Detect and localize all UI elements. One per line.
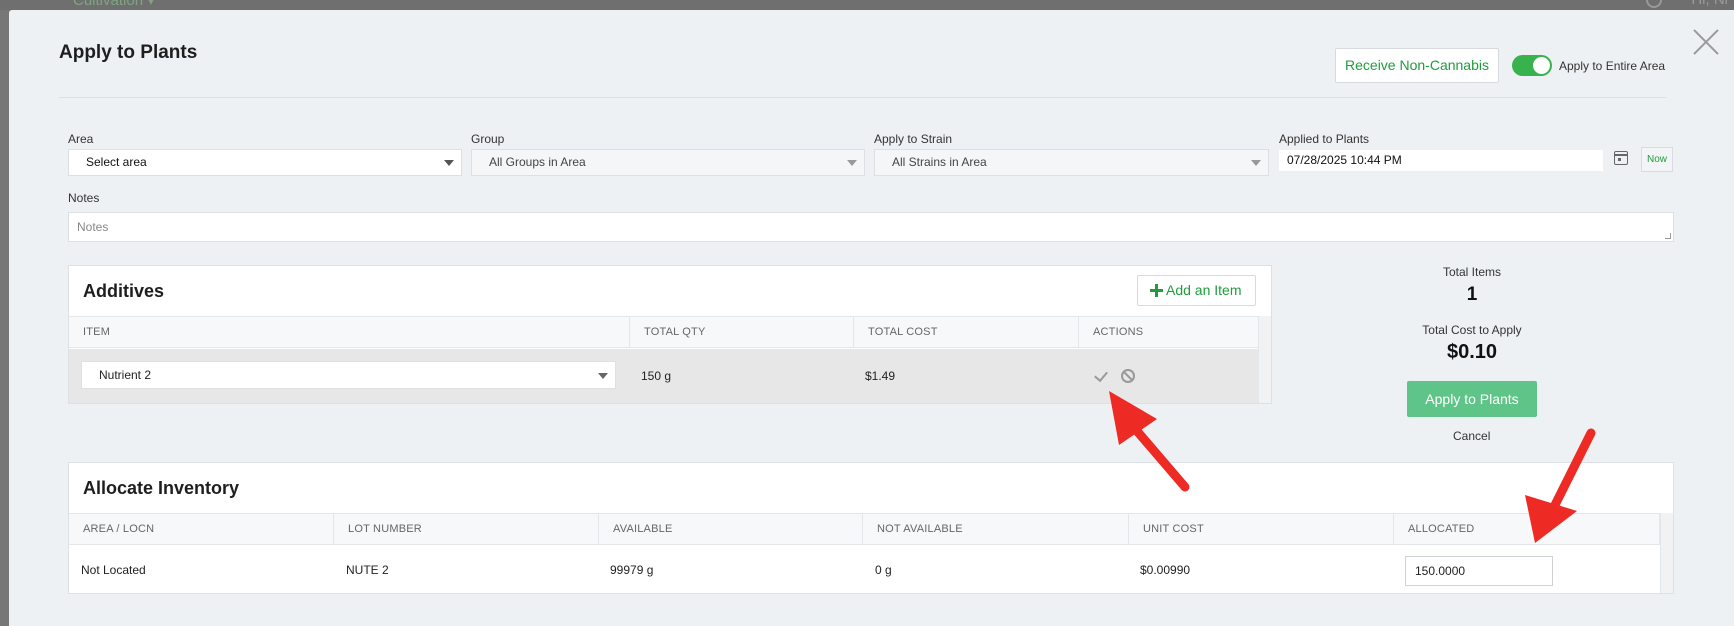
group-select[interactable]: All Groups in Area — [471, 149, 865, 176]
allocated-input[interactable]: 150.0000 — [1405, 556, 1553, 586]
chevron-down-icon — [444, 160, 454, 166]
notes-label: Notes — [68, 191, 100, 205]
group-label: Group — [471, 132, 505, 146]
total-cost-cell: $1.49 — [865, 369, 896, 383]
header-divider — [59, 97, 1666, 98]
col-actions: ACTIONS — [1079, 317, 1260, 347]
col-total-cost[interactable]: TOTAL COST — [854, 317, 1079, 347]
col-item[interactable]: ITEM — [69, 317, 630, 347]
area-locn-cell: Not Located — [81, 563, 146, 577]
total-items-label: Total Items — [1442, 265, 1502, 279]
allocate-header-row: AREA / LOCN LOT NUMBER AVAILABLE NOT AVA… — [69, 513, 1673, 545]
item-select-value: Nutrient 2 — [99, 368, 152, 382]
col-lot-number[interactable]: LOT NUMBER — [334, 514, 599, 544]
col-unit-cost[interactable]: UNIT COST — [1129, 514, 1394, 544]
area-select-value: Select area — [86, 155, 147, 169]
additives-title: Additives — [83, 281, 165, 301]
calendar-button[interactable] — [1603, 147, 1639, 170]
area-select[interactable]: Select area — [68, 149, 462, 176]
apply-entire-area-label: Apply to Entire Area — [1559, 59, 1666, 73]
modal-title: Apply to Plants — [59, 42, 198, 63]
col-total-qty[interactable]: TOTAL QTY — [630, 317, 854, 347]
apply-entire-area-toggle[interactable] — [1512, 55, 1552, 76]
calendar-icon — [1614, 151, 1628, 165]
unit-cost-cell: $0.00990 — [1140, 563, 1191, 577]
col-area-locn[interactable]: AREA / LOCN — [69, 514, 334, 544]
area-label: Area — [68, 132, 94, 146]
total-qty-cell: 150 g — [641, 369, 672, 383]
total-cost-value: $0.10 — [1446, 341, 1498, 363]
applied-date-input[interactable]: 07/28/2025 10:44 PM — [1279, 150, 1603, 171]
notes-placeholder: Notes — [77, 220, 109, 234]
scrollbar[interactable] — [1660, 513, 1673, 593]
strain-label: Apply to Strain — [874, 132, 953, 146]
lot-number-cell: NUTE 2 — [346, 563, 389, 577]
allocate-inventory-title: Allocate Inventory — [83, 478, 240, 498]
notes-textarea[interactable]: Notes — [68, 212, 1674, 242]
not-available-cell: 0 g — [875, 563, 892, 577]
additives-header-row: ITEM TOTAL QTY TOTAL COST ACTIONS — [69, 316, 1271, 348]
add-item-label: Add an Item — [1166, 282, 1242, 298]
toggle-knob — [1533, 57, 1550, 74]
chevron-down-icon — [1251, 160, 1261, 166]
receive-non-cannabis-button[interactable]: Receive Non-Cannabis — [1335, 48, 1499, 83]
resize-handle[interactable] — [1665, 233, 1671, 239]
col-available[interactable]: AVAILABLE — [599, 514, 863, 544]
user-greeting[interactable]: Hi, Ni — [1691, 0, 1728, 8]
strain-select-value: All Strains in Area — [892, 155, 987, 169]
applied-to-plants-label: Applied to Plants — [1279, 132, 1370, 146]
apply-to-plants-button[interactable]: Apply to Plants — [1407, 381, 1537, 417]
group-select-value: All Groups in Area — [489, 155, 586, 169]
strain-select[interactable]: All Strains in Area — [874, 149, 1269, 176]
close-icon[interactable] — [1692, 28, 1720, 56]
now-button[interactable]: Now — [1641, 147, 1673, 172]
annotation-arrow-icon — [1525, 428, 1596, 543]
total-items-value: 1 — [1466, 284, 1478, 305]
add-item-button[interactable]: Add an Item — [1137, 275, 1256, 306]
plus-icon — [1150, 284, 1163, 297]
gear-icon[interactable] — [1646, 0, 1662, 8]
scrollbar[interactable] — [1258, 316, 1271, 403]
cancel-ban-icon[interactable] — [1121, 369, 1135, 383]
annotation-arrow-icon — [1109, 391, 1190, 492]
cancel-link[interactable]: Cancel — [1453, 429, 1490, 443]
check-icon[interactable] — [1094, 369, 1108, 383]
total-cost-label: Total Cost to Apply — [1422, 323, 1522, 337]
available-cell: 99979 g — [610, 563, 654, 577]
app-topbar: Cultivation ▾ Hi, Ni — [0, 0, 1734, 10]
chevron-down-icon — [598, 373, 608, 379]
chevron-down-icon — [847, 160, 857, 166]
nav-cultivation-menu[interactable]: Cultivation ▾ — [73, 0, 155, 9]
col-not-available[interactable]: NOT AVAILABLE — [863, 514, 1129, 544]
item-select[interactable]: Nutrient 2 — [81, 361, 616, 389]
